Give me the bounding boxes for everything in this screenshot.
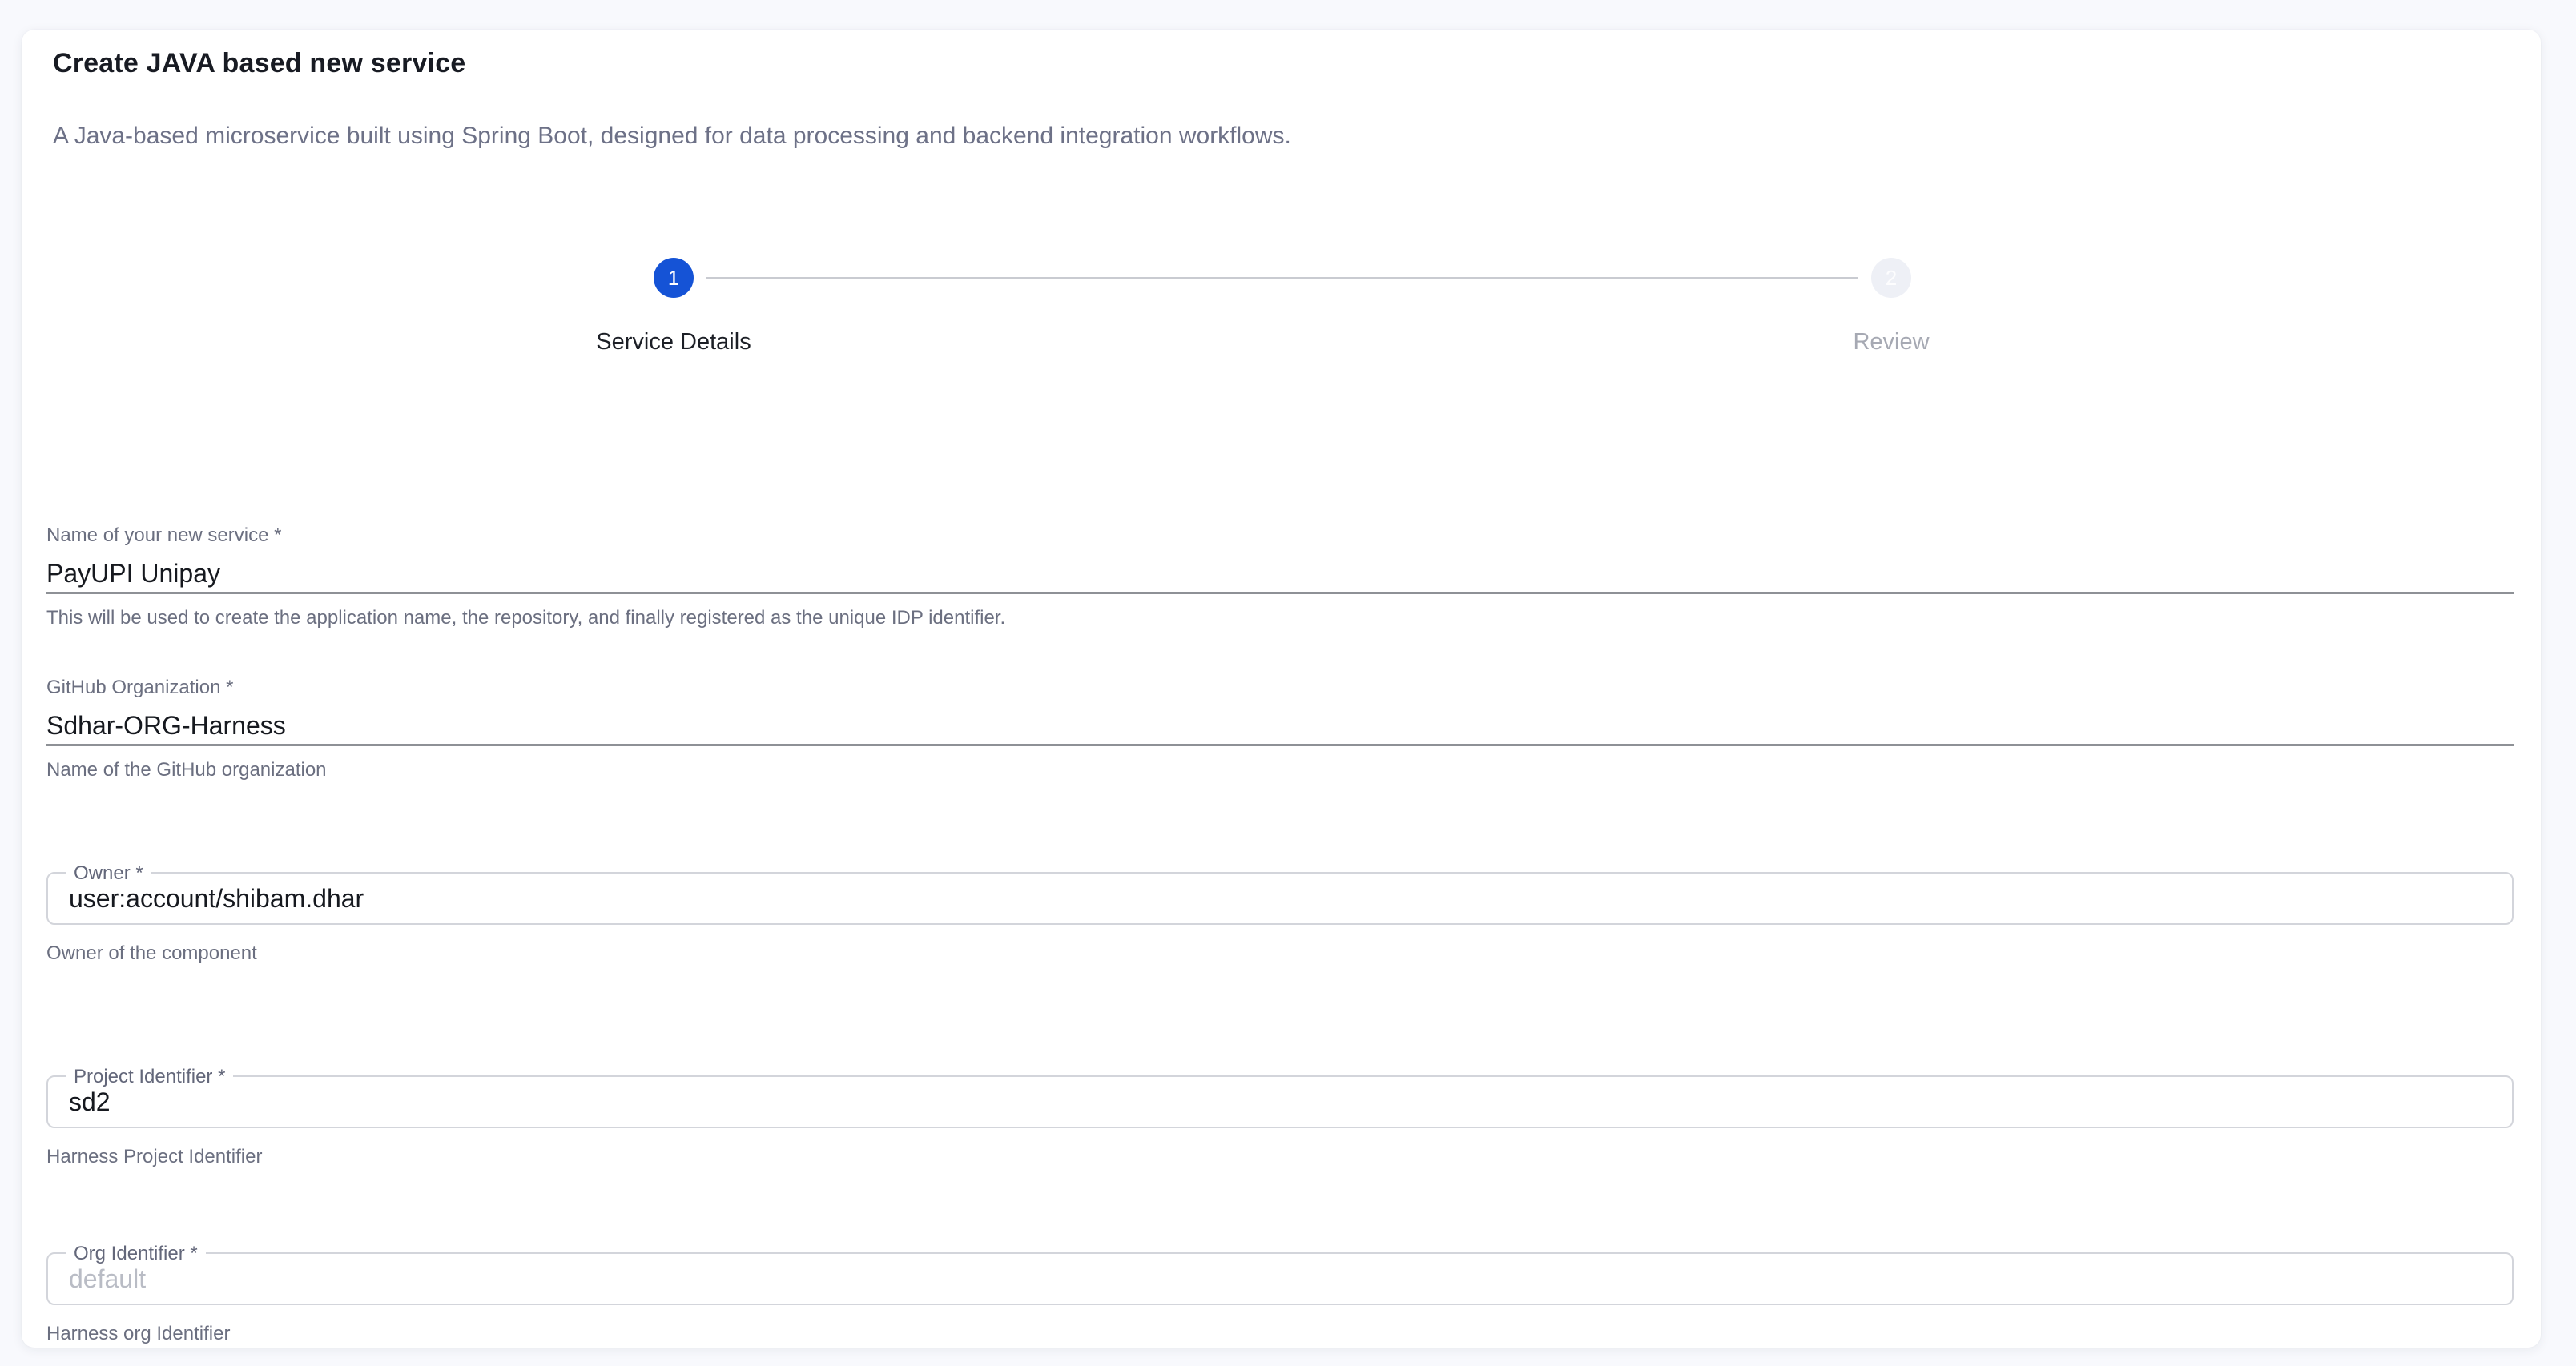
page-title: Create JAVA based new service xyxy=(53,47,465,80)
project-identifier-helper: Harness Project Identifier xyxy=(46,1146,2514,1168)
page-background: { "header": { "title": "Create JAVA base… xyxy=(0,0,2576,1366)
github-organization-label: GitHub Organization * xyxy=(46,677,2514,699)
step-1-label: Service Details xyxy=(596,328,751,356)
org-identifier-input[interactable] xyxy=(48,1254,2512,1304)
project-identifier-input-box: Project Identifier * xyxy=(46,1075,2514,1128)
project-identifier-label: Project Identifier * xyxy=(66,1066,233,1088)
field-github-organization: GitHub Organization * Name of the GitHub… xyxy=(46,677,2514,781)
field-org-identifier: Org Identifier * Harness org Identifier xyxy=(46,1252,2514,1345)
field-project-identifier: Project Identifier * Harness Project Ide… xyxy=(46,1075,2514,1168)
create-service-card: Create JAVA based new service A Java-bas… xyxy=(22,30,2541,1348)
owner-input-box: Owner * xyxy=(46,872,2514,925)
org-identifier-input-box: Org Identifier * xyxy=(46,1252,2514,1305)
owner-label: Owner * xyxy=(66,862,151,885)
step-1-indicator: 1 xyxy=(654,258,694,298)
field-owner: Owner * Owner of the component xyxy=(46,872,2514,965)
owner-input[interactable] xyxy=(48,874,2512,923)
service-name-input[interactable] xyxy=(46,560,2514,594)
step-2-indicator: 2 xyxy=(1871,258,1911,298)
github-organization-input[interactable] xyxy=(46,712,2514,746)
github-organization-helper: Name of the GitHub organization xyxy=(46,759,2514,781)
org-identifier-label: Org Identifier * xyxy=(66,1243,206,1265)
page-description: A Java-based microservice built using Sp… xyxy=(53,121,1291,151)
service-name-label: Name of your new service * xyxy=(46,524,2514,547)
project-identifier-input[interactable] xyxy=(48,1077,2512,1127)
service-name-helper: This will be used to create the applicat… xyxy=(46,607,2514,629)
field-service-name: Name of your new service * This will be … xyxy=(46,524,2514,629)
org-identifier-helper: Harness org Identifier xyxy=(46,1323,2514,1345)
owner-helper: Owner of the component xyxy=(46,942,2514,965)
stepper-connector xyxy=(706,277,1858,279)
step-2-label: Review xyxy=(1853,328,1929,356)
